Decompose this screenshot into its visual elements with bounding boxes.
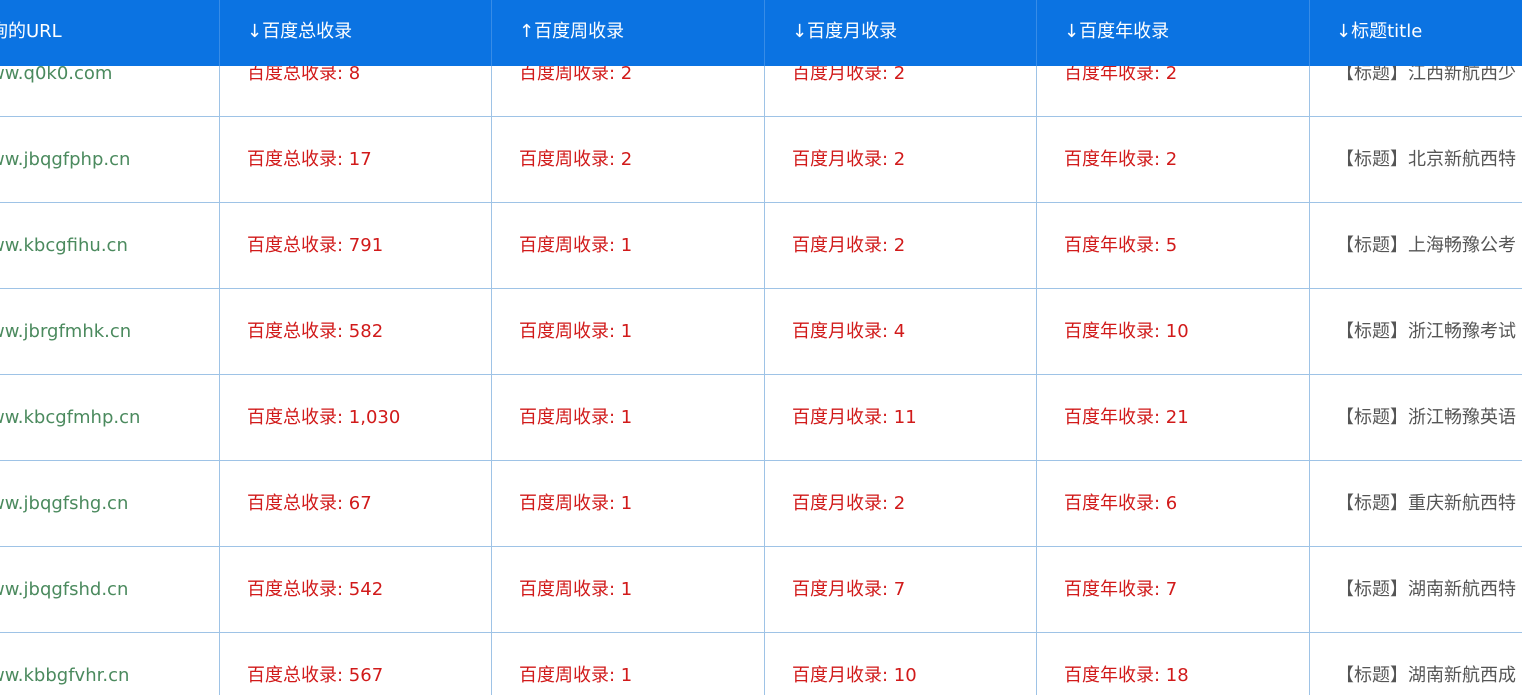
table-body: ww.q0k0.com 百度总收录: 8 百度周收录: 2 百度月收录: 2 百… xyxy=(0,0,1522,695)
url-cell[interactable]: ww.jbrgfmhk.cn xyxy=(0,289,220,374)
table-header: 询的URL ↓百度总收录 ↑百度周收录 ↓百度月收录 ↓百度年收录 ↓标题tit… xyxy=(0,0,1522,66)
total-index-cell: 百度总收录: 567 xyxy=(219,633,492,695)
column-header-year-index[interactable]: ↓百度年收录 xyxy=(1036,0,1310,66)
title-cell: 【标题】浙江畅豫英语 xyxy=(1336,407,1516,428)
year-index-cell: 百度年收录: 6 xyxy=(1036,461,1310,546)
url-cell[interactable]: ww.jbqgfshd.cn xyxy=(0,547,220,632)
year-index-cell: 百度年收录: 18 xyxy=(1036,633,1310,695)
url-cell[interactable]: ww.kbcgfihu.cn xyxy=(0,203,220,288)
total-index-cell: 百度总收录: 1,030 xyxy=(219,375,492,460)
table-row[interactable]: ww.jbqgfphp.cn 百度总收录: 17 百度周收录: 2 百度月收录:… xyxy=(0,117,1522,203)
month-index-cell: 百度月收录: 7 xyxy=(764,547,1037,632)
column-header-week-index[interactable]: ↑百度周收录 xyxy=(491,0,765,66)
table-row[interactable]: ww.jbqgfshd.cn 百度总收录: 542 百度周收录: 1 百度月收录… xyxy=(0,547,1522,633)
url-cell[interactable]: ww.jbqgfphp.cn xyxy=(0,117,220,202)
column-header-total-index[interactable]: ↓百度总收录 xyxy=(219,0,492,66)
month-index-cell: 百度月收录: 2 xyxy=(764,461,1037,546)
year-index-cell: 百度年收录: 10 xyxy=(1036,289,1310,374)
table-row[interactable]: ww.kbcgfihu.cn 百度总收录: 791 百度周收录: 1 百度月收录… xyxy=(0,203,1522,289)
week-index-cell: 百度周收录: 1 xyxy=(491,375,765,460)
week-index-cell: 百度周收录: 2 xyxy=(491,117,765,202)
year-index-cell: 百度年收录: 21 xyxy=(1036,375,1310,460)
table-row[interactable]: ww.kbcgfmhp.cn 百度总收录: 1,030 百度周收录: 1 百度月… xyxy=(0,375,1522,461)
total-index-cell: 百度总收录: 582 xyxy=(219,289,492,374)
title-cell: 【标题】浙江畅豫考试 xyxy=(1336,321,1516,342)
table-row[interactable]: ww.jbrgfmhk.cn 百度总收录: 582 百度周收录: 1 百度月收录… xyxy=(0,289,1522,375)
month-index-cell: 百度月收录: 2 xyxy=(764,117,1037,202)
month-index-cell: 百度月收录: 11 xyxy=(764,375,1037,460)
week-index-cell: 百度周收录: 1 xyxy=(491,461,765,546)
title-cell: 【标题】湖南新航西特 xyxy=(1336,579,1516,600)
week-index-cell: 百度周收录: 1 xyxy=(491,289,765,374)
title-cell: 【标题】上海畅豫公考 xyxy=(1336,235,1516,256)
column-header-url[interactable]: 询的URL xyxy=(0,0,220,66)
url-cell[interactable]: ww.kbbgfvhr.cn xyxy=(0,633,220,695)
title-cell: 【标题】北京新航西特 xyxy=(1336,149,1516,170)
week-index-cell: 百度周收录: 1 xyxy=(491,633,765,695)
year-index-cell: 百度年收录: 5 xyxy=(1036,203,1310,288)
week-index-cell: 百度周收录: 1 xyxy=(491,547,765,632)
total-index-cell: 百度总收录: 791 xyxy=(219,203,492,288)
total-index-cell: 百度总收录: 17 xyxy=(219,117,492,202)
year-index-cell: 百度年收录: 2 xyxy=(1036,117,1310,202)
url-cell[interactable]: ww.kbcgfmhp.cn xyxy=(0,375,220,460)
month-index-cell: 百度月收录: 10 xyxy=(764,633,1037,695)
column-header-title[interactable]: ↓标题title xyxy=(1309,0,1522,66)
table-row[interactable]: ww.kbbgfvhr.cn 百度总收录: 567 百度周收录: 1 百度月收录… xyxy=(0,633,1522,695)
month-index-cell: 百度月收录: 4 xyxy=(764,289,1037,374)
table-row[interactable]: ww.jbqgfshg.cn 百度总收录: 67 百度周收录: 1 百度月收录:… xyxy=(0,461,1522,547)
title-cell: 【标题】湖南新航西成 xyxy=(1336,665,1516,686)
title-cell: 【标题】重庆新航西特 xyxy=(1336,493,1516,514)
total-index-cell: 百度总收录: 67 xyxy=(219,461,492,546)
url-cell[interactable]: ww.jbqgfshg.cn xyxy=(0,461,220,546)
column-header-month-index[interactable]: ↓百度月收录 xyxy=(764,0,1037,66)
month-index-cell: 百度月收录: 2 xyxy=(764,203,1037,288)
results-table: ww.q0k0.com 百度总收录: 8 百度周收录: 2 百度月收录: 2 百… xyxy=(0,0,1522,695)
year-index-cell: 百度年收录: 7 xyxy=(1036,547,1310,632)
total-index-cell: 百度总收录: 542 xyxy=(219,547,492,632)
week-index-cell: 百度周收录: 1 xyxy=(491,203,765,288)
